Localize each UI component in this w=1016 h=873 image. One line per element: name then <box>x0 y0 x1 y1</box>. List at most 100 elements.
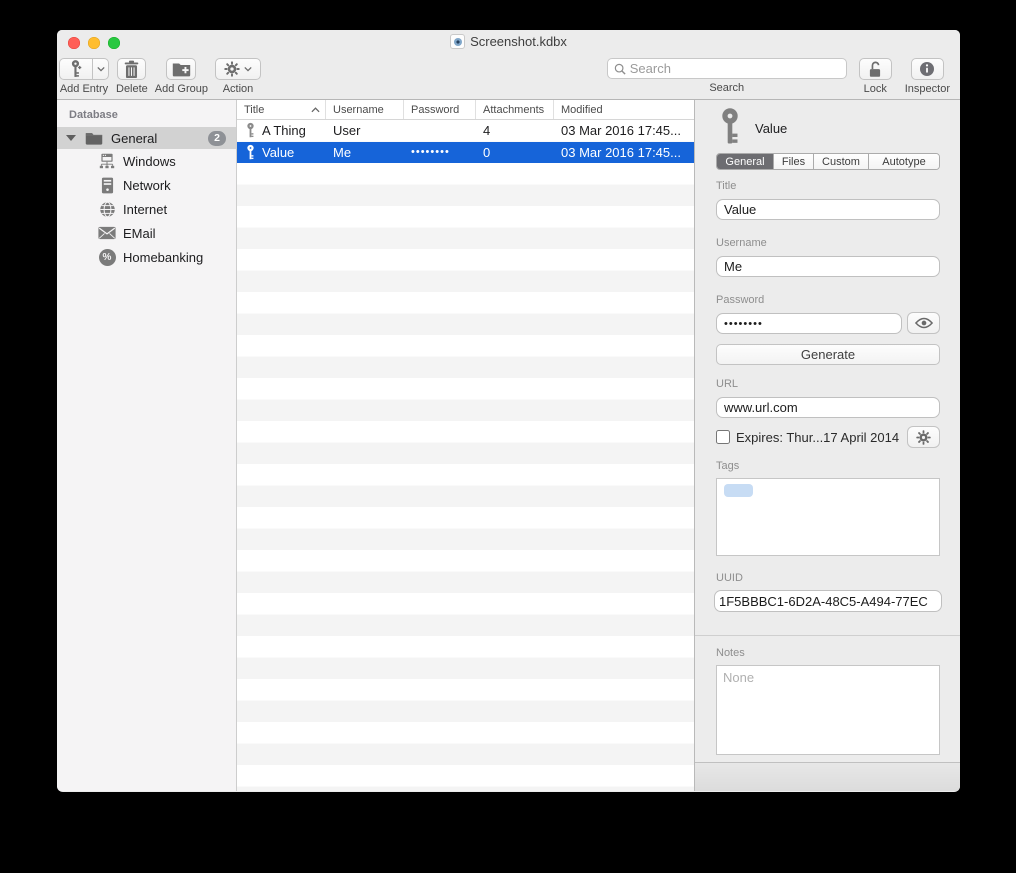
trash-icon <box>123 60 140 79</box>
add-group-label: Add Group <box>155 83 208 95</box>
table-body[interactable]: A Thing User 4 03 Mar 2016 17:45... Valu… <box>237 120 694 791</box>
lock-button[interactable] <box>859 58 892 80</box>
reveal-password-button[interactable] <box>907 312 940 334</box>
toolbar: Add Entry Delete Add Group <box>57 55 960 100</box>
sidebar-section-header: Database <box>57 100 236 127</box>
cell-modified: 03 Mar 2016 17:45... <box>554 142 694 164</box>
generate-button[interactable]: Generate <box>716 344 940 365</box>
cell-attachments: 4 <box>476 120 554 142</box>
inspector-tabs: General Files Custom Autotype <box>716 153 940 170</box>
sidebar-item-label: Network <box>123 178 171 193</box>
chevron-down-icon <box>244 65 252 73</box>
table-row[interactable]: A Thing User 4 03 Mar 2016 17:45... <box>237 120 694 142</box>
cell-modified: 03 Mar 2016 17:45... <box>554 120 694 142</box>
tab-files[interactable]: Files <box>774 154 814 169</box>
url-input[interactable] <box>716 397 940 418</box>
cell-title: Value <box>262 145 294 160</box>
divider <box>695 635 960 636</box>
sidebar-item-label: Internet <box>123 202 167 217</box>
search-input[interactable] <box>630 61 840 76</box>
column-header-modified[interactable]: Modified <box>554 100 694 119</box>
sidebar-item-label: General <box>111 131 157 146</box>
percent-circle-icon: % <box>96 249 118 266</box>
sidebar-item-label: Windows <box>123 154 176 169</box>
sidebar-item-label: EMail <box>123 226 156 241</box>
title-input[interactable] <box>716 199 940 220</box>
cell-password: •••••••• <box>404 142 476 164</box>
toolbar-item-lock: Lock <box>859 58 892 95</box>
tab-general[interactable]: General <box>717 154 774 169</box>
toolbar-item-add-entry: Add Entry <box>59 58 109 95</box>
inspector-toggle-button[interactable] <box>911 58 944 80</box>
add-group-button[interactable] <box>166 58 196 80</box>
sidebar-item-network[interactable]: Network <box>57 173 236 197</box>
entry-key-icon <box>719 108 741 146</box>
search-field[interactable] <box>607 58 847 79</box>
expires-checkbox[interactable] <box>716 430 730 444</box>
info-circle-icon <box>919 61 935 77</box>
sidebar-item-homebanking[interactable]: % Homebanking <box>57 245 236 269</box>
windows-network-icon <box>96 153 118 169</box>
add-entry-label: Add Entry <box>60 83 108 95</box>
toolbar-item-add-group: Add Group <box>155 58 208 95</box>
sidebar-item-windows[interactable]: Windows <box>57 149 236 173</box>
desktop: Screenshot.kdbx Ad <box>0 0 1016 873</box>
username-input[interactable] <box>716 256 940 277</box>
toolbar-item-action: Action <box>215 58 261 95</box>
toolbar-item-delete: Delete <box>116 58 148 95</box>
add-entry-dropdown-button[interactable] <box>92 58 109 80</box>
cell-username: Me <box>326 142 404 164</box>
inspector-panel: Value General Files Custom Autotype Titl… <box>694 100 960 791</box>
document-proxy-icon[interactable] <box>450 34 465 49</box>
username-field-label: Username <box>716 237 767 249</box>
folder-plus-icon <box>172 61 191 77</box>
key-icon <box>246 144 255 161</box>
toolbar-item-inspector: Inspector <box>905 58 950 95</box>
notes-textarea[interactable] <box>716 665 940 755</box>
tab-custom[interactable]: Custom <box>814 154 869 169</box>
delete-label: Delete <box>116 83 148 95</box>
sidebar-item-general[interactable]: General 2 <box>57 127 236 149</box>
sidebar: Database General 2 Windows <box>57 100 237 791</box>
cell-attachments: 0 <box>476 142 554 164</box>
cell-password <box>404 120 476 142</box>
delete-button[interactable] <box>117 58 146 80</box>
password-input[interactable] <box>716 313 902 334</box>
tags-box[interactable] <box>716 478 940 556</box>
key-plus-icon <box>68 60 84 78</box>
tab-autotype[interactable]: Autotype <box>869 154 939 169</box>
search-icon <box>614 63 626 75</box>
title-field-label: Title <box>716 180 736 192</box>
inspector-footer-bar <box>695 762 960 791</box>
column-header-password[interactable]: Password <box>404 100 476 119</box>
sidebar-item-internet[interactable]: Internet <box>57 197 236 221</box>
add-entry-button[interactable] <box>59 58 92 80</box>
column-header-username[interactable]: Username <box>326 100 404 119</box>
inspector-entry-title: Value <box>755 121 787 136</box>
key-icon <box>246 122 255 139</box>
cell-title: A Thing <box>262 123 306 138</box>
uuid-field-label: UUID <box>716 572 743 584</box>
table-header: Title Username Password Attachments Modi… <box>237 100 694 120</box>
gear-icon <box>916 430 931 445</box>
lock-open-icon <box>867 61 883 78</box>
tag-token[interactable] <box>724 484 753 497</box>
table-row-selected[interactable]: Value Me •••••••• 0 03 Mar 2016 17:45... <box>237 142 694 164</box>
titlebar[interactable]: Screenshot.kdbx <box>57 30 960 55</box>
column-header-attachments[interactable]: Attachments <box>476 100 554 119</box>
toolbar-item-search: Search <box>607 58 847 94</box>
gear-icon <box>224 61 240 77</box>
column-header-title[interactable]: Title <box>237 100 326 119</box>
tags-field-label: Tags <box>716 460 739 472</box>
lock-label: Lock <box>864 83 887 95</box>
disclosure-triangle-icon[interactable] <box>66 135 76 141</box>
url-field-label: URL <box>716 378 738 390</box>
window-title: Screenshot.kdbx <box>470 34 567 49</box>
sidebar-item-email[interactable]: EMail <box>57 221 236 245</box>
expires-options-button[interactable] <box>907 426 940 448</box>
action-label: Action <box>223 83 254 95</box>
uuid-input[interactable] <box>714 590 942 612</box>
app-window: Screenshot.kdbx Ad <box>57 30 960 792</box>
action-button[interactable] <box>215 58 261 80</box>
sidebar-item-label: Homebanking <box>123 250 203 265</box>
